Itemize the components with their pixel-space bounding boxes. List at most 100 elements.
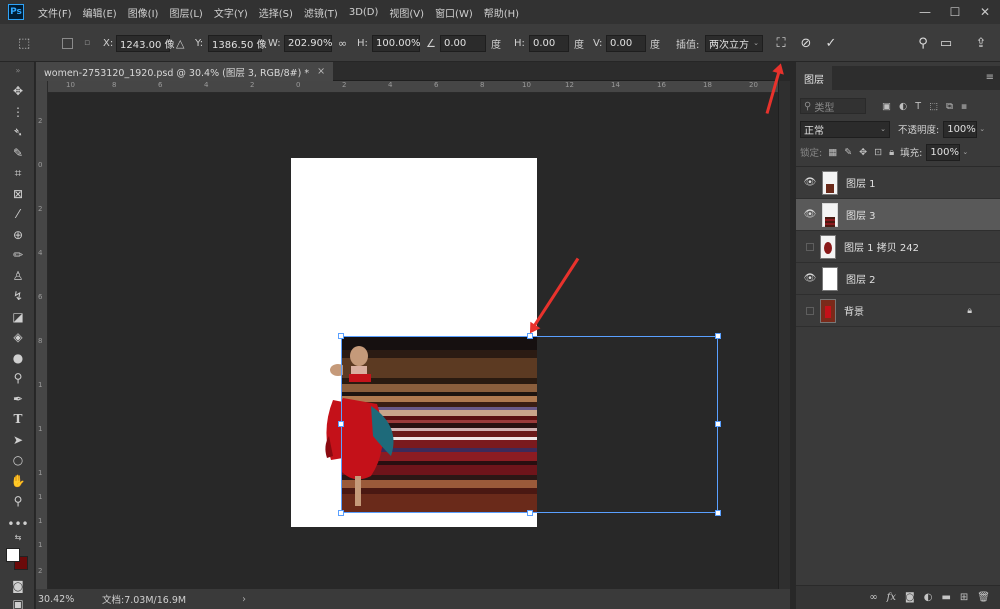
- layer-style-icon[interactable]: fx: [887, 592, 896, 603]
- chevron-down-icon[interactable]: ⌄: [979, 125, 985, 133]
- lock-transparent-icon[interactable]: ▦: [828, 147, 837, 158]
- menu-image[interactable]: 图像(I): [128, 5, 159, 20]
- warp-mode-icon[interactable]: ⛶: [772, 34, 790, 52]
- layer-name[interactable]: 图层 1 拷贝 242: [844, 239, 919, 254]
- blend-mode-select[interactable]: 正常 ⌄: [800, 120, 890, 138]
- add-mask-icon[interactable]: ◙: [905, 592, 915, 603]
- zoom-tool-icon[interactable]: ⚲: [8, 492, 28, 510]
- close-tab-icon[interactable]: ×: [317, 66, 325, 77]
- filter-adjustment-icon[interactable]: ◐: [899, 101, 907, 112]
- search-icon[interactable]: ⚲: [914, 34, 932, 52]
- menu-edit[interactable]: 编辑(E): [83, 5, 117, 20]
- history-brush-tool-icon[interactable]: ↯: [8, 287, 28, 305]
- eye-icon[interactable]: 👁︎: [800, 177, 820, 188]
- transform-tool-icon[interactable]: ⬚: [18, 24, 30, 62]
- type-tool-icon[interactable]: T: [8, 410, 28, 428]
- chevron-down-icon[interactable]: ⌄: [962, 148, 968, 156]
- trash-icon[interactable]: 🗑︎: [977, 592, 990, 603]
- transform-handle-middle-left[interactable]: [338, 421, 344, 427]
- menu-filter[interactable]: 滤镜(T): [304, 5, 338, 20]
- cancel-transform-icon[interactable]: ⊘: [797, 34, 815, 52]
- lock-position-icon[interactable]: ✥: [859, 147, 867, 158]
- layer-row[interactable]: 👁︎ 图层 1: [796, 167, 1000, 199]
- relative-position-icon[interactable]: △: [176, 24, 184, 62]
- menu-file[interactable]: 文件(F): [38, 5, 72, 20]
- frame-tool-icon[interactable]: ⊠: [8, 185, 28, 203]
- clone-stamp-tool-icon[interactable]: ♙: [8, 267, 28, 285]
- h-skew-input[interactable]: 0.00: [529, 34, 569, 52]
- close-icon[interactable]: ✕: [970, 0, 1000, 24]
- toolbar-collapse-icon[interactable]: »: [8, 66, 28, 75]
- layer-row[interactable]: 👁︎ 图层 2: [796, 263, 1000, 295]
- transform-bounding-box[interactable]: [338, 333, 721, 516]
- width-input[interactable]: 202.90%: [284, 34, 333, 52]
- panel-menu-icon[interactable]: ≡: [986, 72, 994, 83]
- filter-type-icon[interactable]: T: [915, 101, 921, 112]
- new-layer-icon[interactable]: ⊞: [960, 592, 968, 603]
- menu-layer[interactable]: 图层(L): [169, 5, 202, 20]
- eye-icon[interactable]: 👁︎: [800, 209, 820, 220]
- reference-point-icon[interactable]: ▫: [84, 24, 90, 62]
- lock-image-icon[interactable]: ✎: [844, 147, 852, 158]
- link-layers-icon[interactable]: ∞: [869, 592, 877, 603]
- crop-tool-icon[interactable]: ⌗: [8, 164, 28, 182]
- v-skew-input[interactable]: 0.00: [606, 34, 646, 52]
- lasso-tool-icon[interactable]: ➴: [8, 123, 28, 141]
- path-select-tool-icon[interactable]: ➤: [8, 431, 28, 449]
- group-folder-icon[interactable]: ▬: [941, 592, 950, 603]
- marquee-tool-icon[interactable]: ⋮: [8, 103, 28, 121]
- menu-type[interactable]: 文字(Y): [214, 5, 248, 20]
- visibility-off-box[interactable]: [806, 306, 814, 315]
- transform-handle-top-left[interactable]: [338, 333, 344, 339]
- link-aspect-icon[interactable]: ∞: [338, 24, 347, 62]
- interpolation-select[interactable]: 两次立方 ⌄: [705, 34, 763, 52]
- layer-row[interactable]: 图层 1 拷贝 242: [796, 231, 1000, 263]
- menu-window[interactable]: 窗口(W): [435, 5, 473, 20]
- vertical-scrollbar[interactable]: [778, 81, 790, 589]
- adjustment-layer-icon[interactable]: ◐: [924, 592, 933, 603]
- blur-tool-icon[interactable]: ●: [8, 349, 28, 367]
- quick-mask-icon[interactable]: ◙: [8, 577, 28, 595]
- move-tool-icon[interactable]: ✥: [8, 82, 28, 100]
- pen-tool-icon[interactable]: ✒: [8, 390, 28, 408]
- status-menu-chevron-icon[interactable]: ›: [242, 594, 246, 605]
- eraser-tool-icon[interactable]: ◪: [8, 308, 28, 326]
- healing-brush-tool-icon[interactable]: ⊕: [8, 226, 28, 244]
- filter-shape-icon[interactable]: ⬚: [929, 101, 938, 112]
- transform-handle-bottom-middle[interactable]: [527, 510, 533, 516]
- quick-select-tool-icon[interactable]: ✎: [8, 144, 28, 162]
- filter-toggle-icon[interactable]: ▪: [961, 101, 967, 112]
- edit-toolbar-icon[interactable]: •••: [7, 515, 28, 533]
- lock-artboard-icon[interactable]: ⊡: [874, 147, 882, 158]
- document-tab[interactable]: women-2753120_1920.psd @ 30.4% (图层 3, RG…: [36, 62, 334, 81]
- transform-handle-middle-right[interactable]: [715, 421, 721, 427]
- menu-view[interactable]: 视图(V): [389, 5, 424, 20]
- menu-help[interactable]: 帮助(H): [484, 5, 519, 20]
- hand-tool-icon[interactable]: ✋: [8, 472, 28, 490]
- layer-name[interactable]: 图层 2: [846, 271, 876, 286]
- layers-tab[interactable]: 图层: [796, 66, 832, 90]
- angle-input[interactable]: 0.00: [440, 34, 486, 52]
- height-input[interactable]: 100.00%: [372, 34, 421, 52]
- layer-row-selected[interactable]: 👁︎ 图层 3: [796, 199, 1000, 231]
- x-position-input[interactable]: 1243.00 像: [116, 34, 175, 52]
- visibility-off-box[interactable]: [806, 242, 814, 251]
- transform-handle-top-right[interactable]: [715, 333, 721, 339]
- dodge-tool-icon[interactable]: ⚲: [8, 369, 28, 387]
- layer-name[interactable]: 图层 1: [846, 175, 876, 190]
- filter-pixel-icon[interactable]: ▣: [882, 101, 891, 112]
- fill-input[interactable]: 100%: [926, 143, 961, 161]
- layer-name[interactable]: 背景: [844, 303, 864, 318]
- share-icon[interactable]: ⇪: [972, 34, 990, 52]
- brush-tool-icon[interactable]: ✏: [8, 246, 28, 264]
- reference-point-checkbox[interactable]: [62, 24, 73, 62]
- transform-handle-bottom-right[interactable]: [715, 510, 721, 516]
- swap-colors-icon[interactable]: ⇆: [8, 532, 28, 542]
- commit-transform-icon[interactable]: ✓: [822, 34, 840, 52]
- ellipse-tool-icon[interactable]: ○: [8, 451, 28, 469]
- minimize-icon[interactable]: —: [910, 0, 940, 24]
- filter-smart-object-icon[interactable]: ⧉: [946, 101, 953, 112]
- menu-3d[interactable]: 3D(D): [349, 7, 379, 18]
- transform-handle-bottom-left[interactable]: [338, 510, 344, 516]
- eyedropper-tool-icon[interactable]: ⁄: [8, 205, 28, 223]
